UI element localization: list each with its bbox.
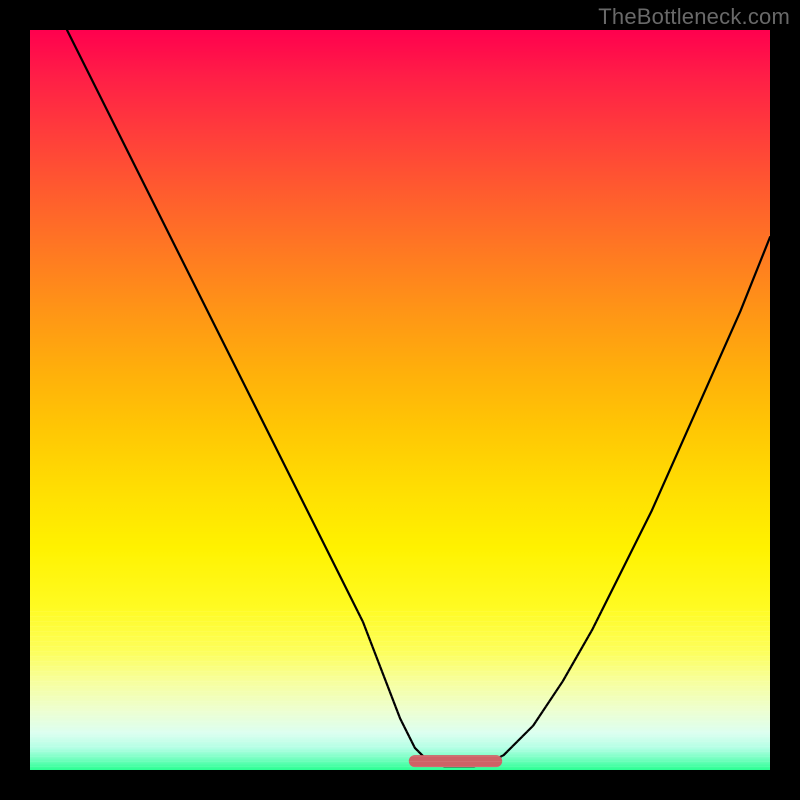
plot-area — [30, 30, 770, 770]
attribution-label: TheBottleneck.com — [598, 4, 790, 30]
chart-stage: TheBottleneck.com — [0, 0, 800, 800]
curve-layer — [30, 30, 770, 770]
bottleneck-curve — [67, 30, 770, 766]
